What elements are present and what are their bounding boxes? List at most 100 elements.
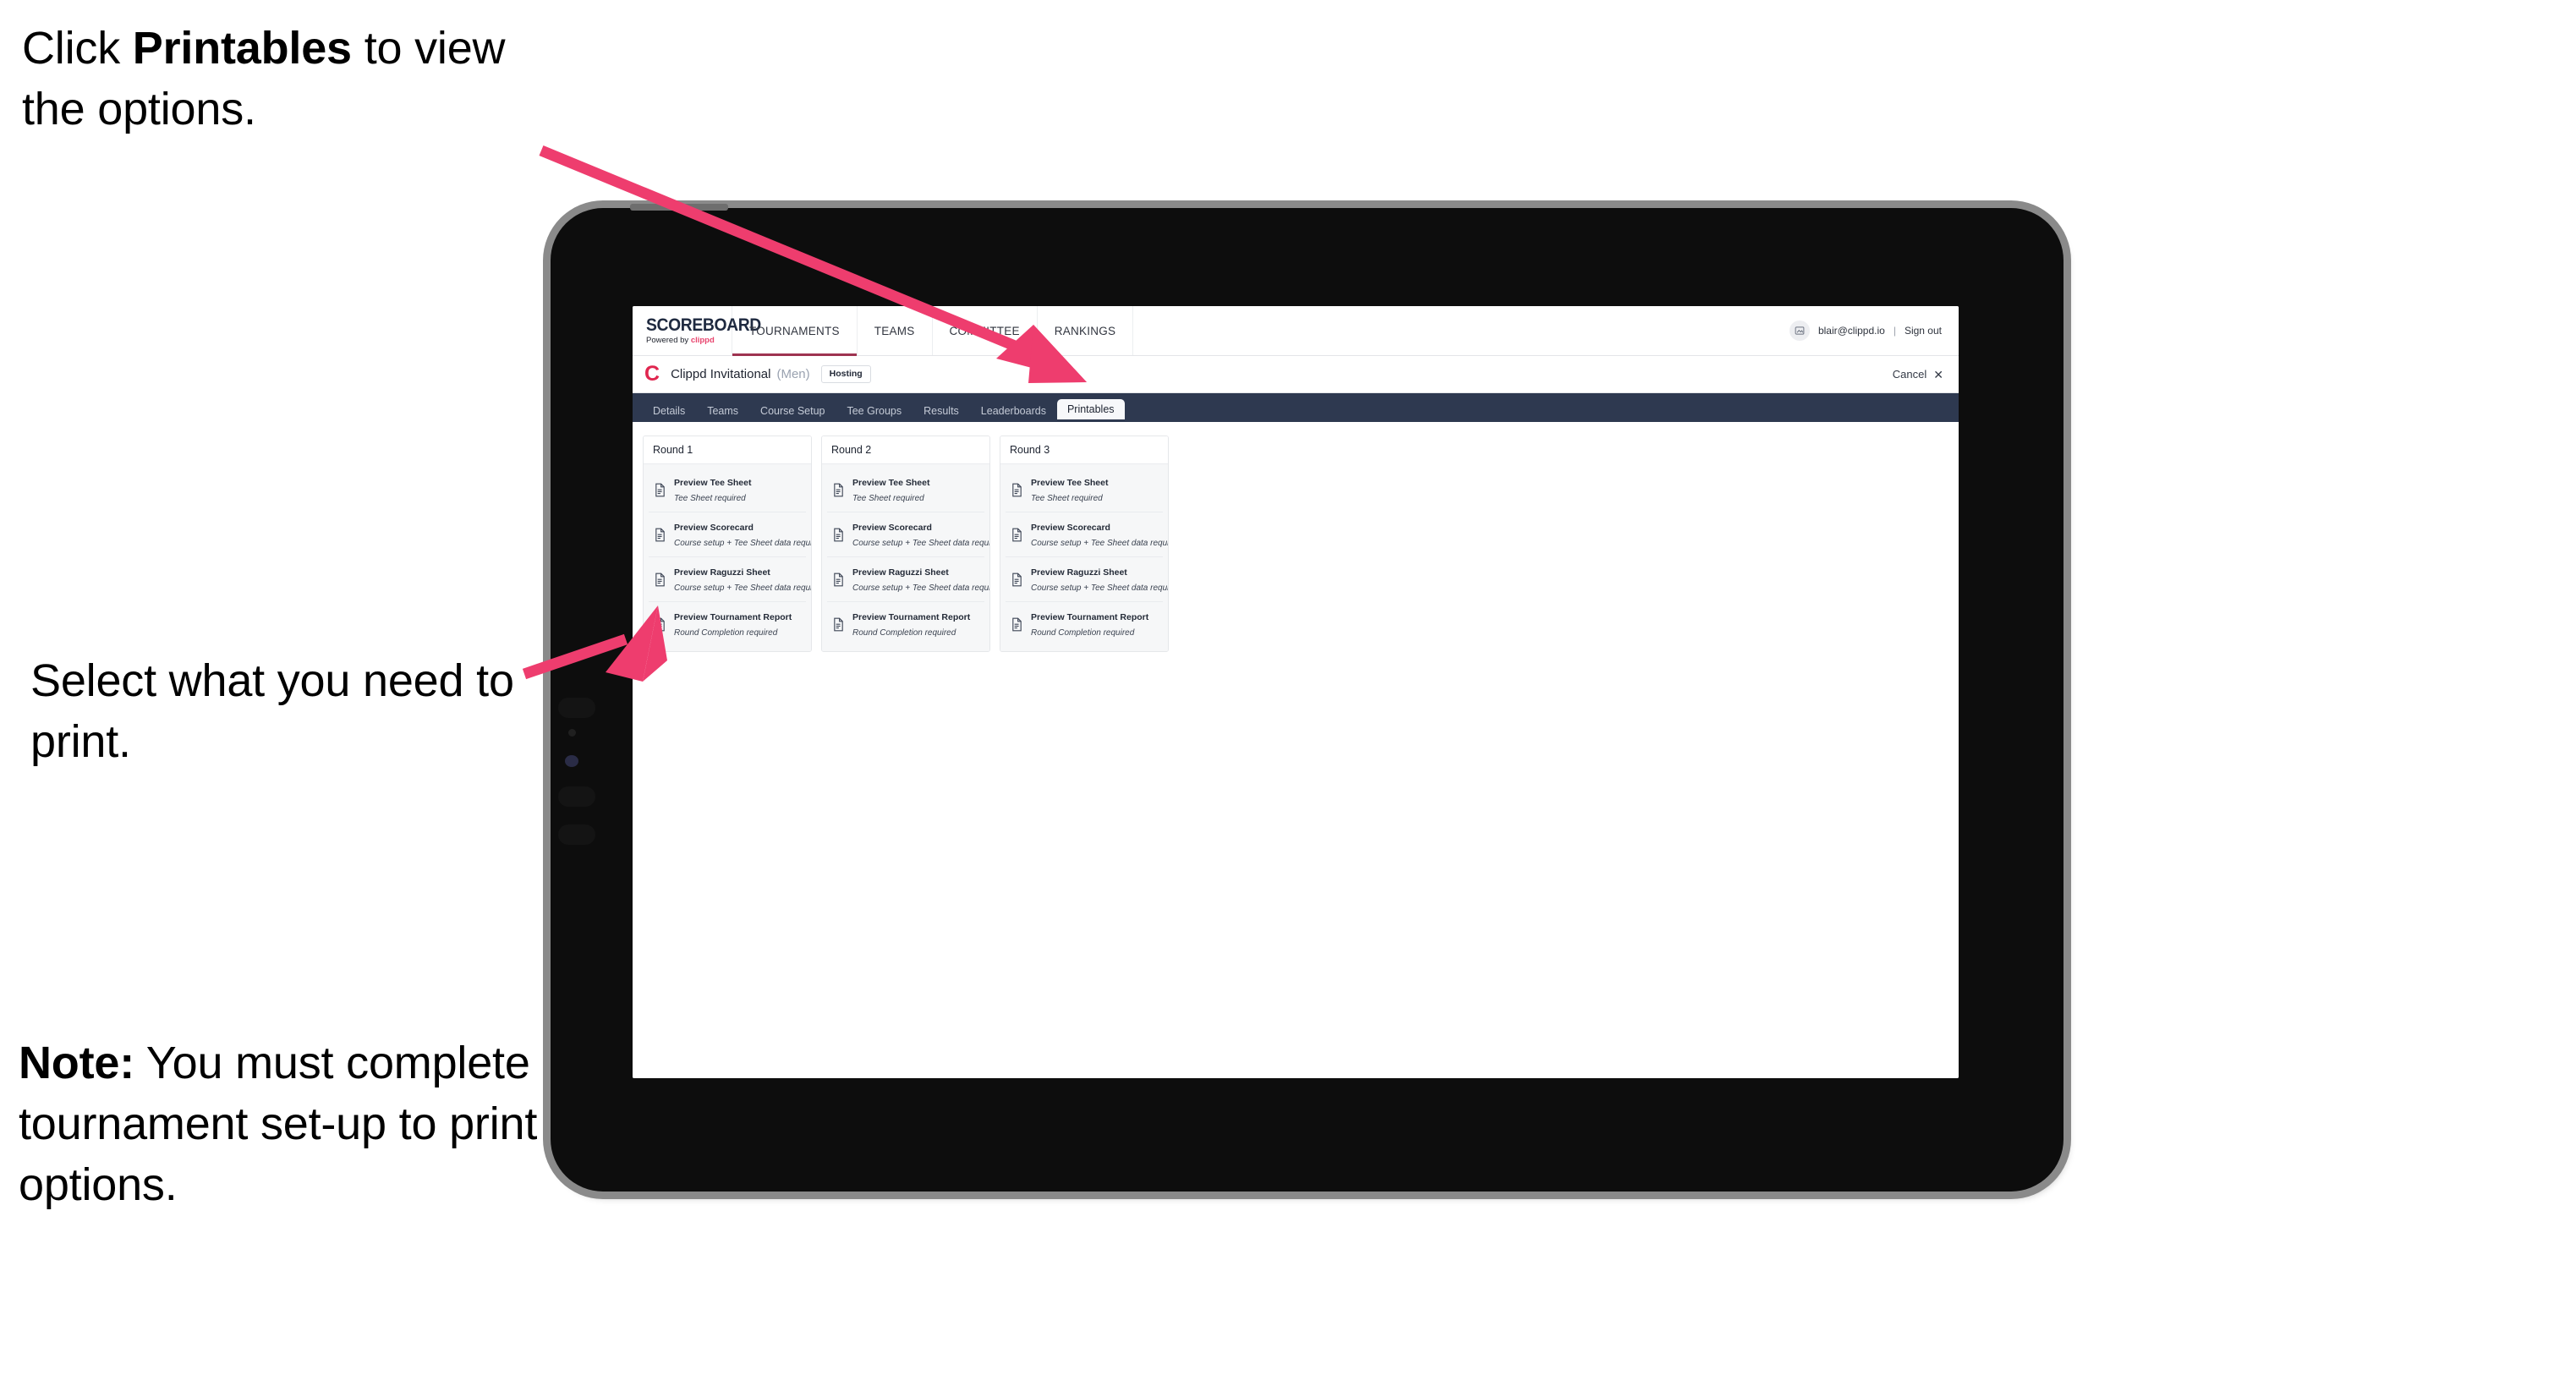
user-avatar-icon[interactable] bbox=[1789, 320, 1810, 341]
brand-subtitle: Powered by clippd bbox=[646, 337, 732, 345]
list-item[interactable]: Preview Tee Sheet Tee Sheet required bbox=[649, 468, 806, 512]
list-item-title: Preview Scorecard bbox=[674, 523, 754, 533]
list-item-title: Preview Tournament Report bbox=[1031, 612, 1149, 622]
tab-course-setup[interactable]: Course Setup bbox=[749, 400, 836, 422]
list-item[interactable]: Preview Tournament Report Round Completi… bbox=[649, 602, 806, 646]
list-item[interactable]: Preview Scorecard Course setup + Tee She… bbox=[827, 512, 989, 557]
round-column: Round 1 Preview Tee Sheet Tee Sheet requ… bbox=[643, 436, 812, 652]
tab-label-tee-groups: Tee Groups bbox=[847, 405, 902, 417]
sign-out-link[interactable]: Sign out bbox=[1905, 325, 1942, 337]
clippd-logo-icon: C bbox=[644, 362, 660, 386]
list-item-title: Preview Scorecard bbox=[1031, 523, 1110, 533]
topnav-item-tournaments[interactable]: TOURNAMENTS bbox=[732, 306, 858, 356]
tournament-name: Clippd Invitational bbox=[671, 367, 771, 381]
annotation-3-bold: Note: bbox=[19, 1038, 134, 1088]
account-email: blair@clippd.io bbox=[1817, 325, 1885, 337]
list-item-text: Preview Tournament Report Round Completi… bbox=[852, 609, 979, 639]
document-icon bbox=[654, 528, 666, 542]
round-title: Round 2 bbox=[822, 436, 989, 464]
document-icon bbox=[832, 572, 845, 587]
tab-results[interactable]: Results bbox=[913, 400, 970, 422]
topnav-label-committee: COMMITTEE bbox=[949, 324, 1020, 337]
list-item-text: Preview Tee Sheet Tee Sheet required bbox=[1031, 474, 1158, 505]
list-item[interactable]: Preview Raguzzi Sheet Course setup + Tee… bbox=[1006, 557, 1168, 602]
tab-label-teams: Teams bbox=[707, 405, 739, 417]
topnav-item-committee[interactable]: COMMITTEE bbox=[933, 306, 1038, 355]
tablet-side-camera bbox=[565, 755, 578, 767]
tab-label-details: Details bbox=[653, 405, 686, 417]
round-items: Preview Tee Sheet Tee Sheet required Pre… bbox=[822, 464, 989, 651]
topnav-spacer bbox=[1133, 306, 1789, 355]
list-item-subtitle: Round Completion required bbox=[1031, 628, 1135, 638]
tab-tee-groups[interactable]: Tee Groups bbox=[836, 400, 913, 422]
list-item-subtitle: Course setup + Tee Sheet data required bbox=[852, 539, 990, 548]
list-item-subtitle: Round Completion required bbox=[674, 628, 778, 638]
annotation-1-prefix: Click bbox=[22, 23, 133, 74]
tab-label-course-setup: Course Setup bbox=[760, 405, 825, 417]
annotation-1-bold: Printables bbox=[132, 23, 352, 74]
tablet-top-button bbox=[630, 204, 728, 211]
cancel-label: Cancel bbox=[1892, 368, 1927, 381]
list-item-text: Preview Scorecard Course setup + Tee She… bbox=[852, 519, 989, 550]
list-item-subtitle: Tee Sheet required bbox=[1031, 494, 1103, 503]
document-icon bbox=[654, 483, 666, 497]
list-item-subtitle: Tee Sheet required bbox=[674, 494, 746, 503]
tab-label-results: Results bbox=[924, 405, 959, 417]
document-icon bbox=[1011, 572, 1023, 587]
list-item-text: Preview Tournament Report Round Completi… bbox=[1031, 609, 1158, 639]
list-item[interactable]: Preview Scorecard Course setup + Tee She… bbox=[1006, 512, 1168, 557]
tab-details[interactable]: Details bbox=[642, 400, 696, 422]
list-item[interactable]: Preview Tournament Report Round Completi… bbox=[827, 602, 984, 646]
list-item-subtitle: Course setup + Tee Sheet data required bbox=[1031, 539, 1169, 548]
cancel-button[interactable]: Cancel ✕ bbox=[1893, 368, 1943, 381]
tab-label-printables: Printables bbox=[1066, 403, 1115, 415]
topnav-item-rankings[interactable]: RANKINGS bbox=[1038, 306, 1134, 355]
list-item[interactable]: Preview Tee Sheet Tee Sheet required bbox=[1006, 468, 1163, 512]
list-item[interactable]: Preview Raguzzi Sheet Course setup + Tee… bbox=[649, 557, 811, 602]
tournament-gender: (Men) bbox=[776, 367, 810, 381]
tab-teams[interactable]: Teams bbox=[696, 400, 749, 422]
clippd-brand-word: clippd bbox=[690, 336, 715, 346]
list-item[interactable]: Preview Tournament Report Round Completi… bbox=[1006, 602, 1163, 646]
account-separator: | bbox=[1893, 325, 1896, 337]
list-item-subtitle: Course setup + Tee Sheet data required bbox=[674, 539, 812, 548]
list-item-title: Preview Tee Sheet bbox=[852, 478, 930, 488]
list-item-title: Preview Raguzzi Sheet bbox=[1031, 567, 1127, 578]
list-item-title: Preview Scorecard bbox=[852, 523, 932, 533]
tablet-side-button-1 bbox=[558, 698, 595, 718]
list-item-text: Preview Tee Sheet Tee Sheet required bbox=[674, 474, 801, 505]
list-item-text: Preview Raguzzi Sheet Course setup + Tee… bbox=[1031, 564, 1168, 594]
topnav-label-teams: TEAMS bbox=[874, 324, 915, 337]
list-item-title: Preview Tee Sheet bbox=[1031, 478, 1109, 488]
topnav-label-rankings: RANKINGS bbox=[1054, 324, 1116, 337]
document-icon bbox=[1011, 483, 1023, 497]
printables-content: Round 1 Preview Tee Sheet Tee Sheet requ… bbox=[633, 422, 1959, 1078]
account-area: blair@clippd.io | Sign out bbox=[1789, 306, 1959, 355]
scoreboard-logo[interactable]: SCOREBOARD Powered by clippd bbox=[633, 306, 761, 355]
tab-printables[interactable]: Printables bbox=[1056, 399, 1125, 419]
tablet-side-button-3 bbox=[558, 824, 595, 845]
list-item-subtitle: Round Completion required bbox=[852, 628, 956, 638]
list-item[interactable]: Preview Scorecard Course setup + Tee She… bbox=[649, 512, 811, 557]
close-icon: ✕ bbox=[1933, 367, 1943, 381]
topnav-item-teams[interactable]: TEAMS bbox=[858, 306, 933, 355]
document-icon bbox=[832, 617, 845, 632]
round-column: Round 2 Preview Tee Sheet Tee Sheet requ… bbox=[821, 436, 990, 652]
list-item-text: Preview Raguzzi Sheet Course setup + Tee… bbox=[674, 564, 811, 594]
tab-label-leaderboards: Leaderboards bbox=[980, 405, 1046, 417]
list-item-text: Preview Scorecard Course setup + Tee She… bbox=[1031, 519, 1168, 550]
tablet-screen: SCOREBOARD Powered by clippd TOURNAMENTS… bbox=[633, 306, 1959, 1078]
annotation-click-printables: Click Printables to view the options. bbox=[22, 19, 580, 140]
round-items: Preview Tee Sheet Tee Sheet required Pre… bbox=[1000, 464, 1168, 651]
powered-by-text: Powered by bbox=[646, 336, 691, 346]
tournament-header-bar: C Clippd Invitational (Men) Hosting Canc… bbox=[633, 356, 1959, 393]
list-item-text: Preview Tournament Report Round Completi… bbox=[674, 609, 801, 639]
list-item[interactable]: Preview Raguzzi Sheet Course setup + Tee… bbox=[827, 557, 989, 602]
list-item[interactable]: Preview Tee Sheet Tee Sheet required bbox=[827, 468, 984, 512]
list-item-subtitle: Course setup + Tee Sheet data required bbox=[1031, 583, 1169, 593]
list-item-title: Preview Raguzzi Sheet bbox=[852, 567, 949, 578]
tab-leaderboards[interactable]: Leaderboards bbox=[970, 400, 1057, 422]
document-icon bbox=[832, 528, 845, 542]
list-item-subtitle: Tee Sheet required bbox=[852, 494, 924, 503]
round-title: Round 3 bbox=[1000, 436, 1168, 464]
